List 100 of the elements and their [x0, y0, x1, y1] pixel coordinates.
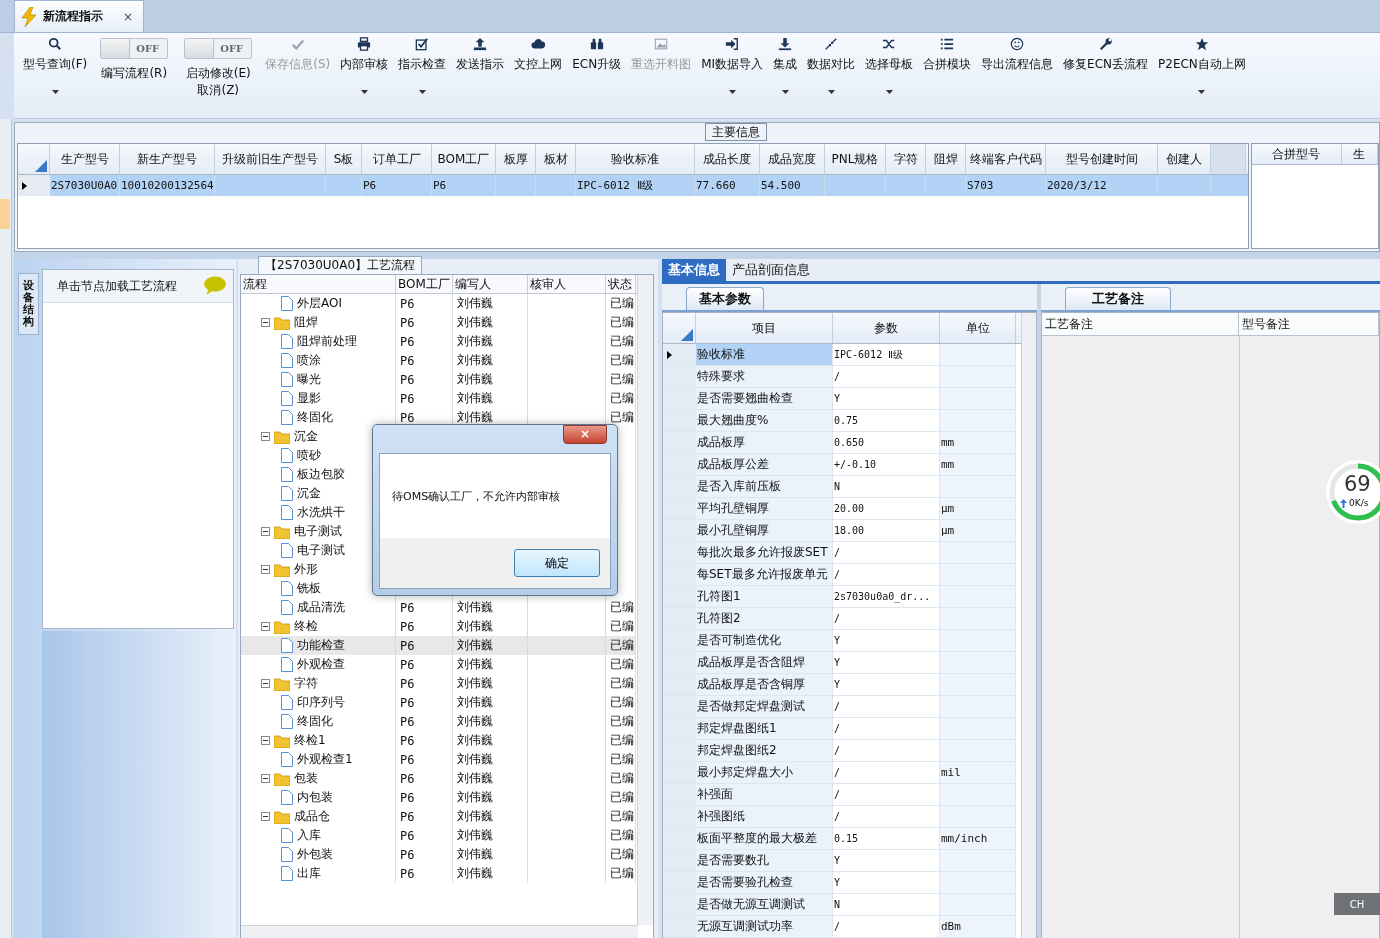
ok-button[interactable]: 确定 [514, 549, 600, 577]
table-row[interactable]: 孔符图1 2s7030u0a0_dr... [663, 586, 1016, 608]
tree-row[interactable]: 包装 P6 刘伟巍 已编 [241, 769, 636, 788]
tree-row[interactable]: 终检1 P6 刘伟巍 已编 [241, 731, 636, 750]
tree-row[interactable]: 外层AOI P6 刘伟巍 已编 [241, 294, 636, 313]
table-row[interactable]: 是否做邦定焊盘测试 / [663, 696, 1016, 718]
table-row[interactable]: 成品板厚公差 +/-0.10 mm [663, 454, 1016, 476]
tree-row[interactable]: 阻焊前处理 P6 刘伟巍 已编 [241, 332, 636, 351]
table-row[interactable]: 补强图纸 / [663, 806, 1016, 828]
toolbar-button[interactable]: 集成 [768, 36, 803, 103]
tree-row[interactable]: 成品清洗 P6 刘伟巍 已编 [241, 598, 636, 617]
tree-row[interactable]: 终固化 P6 刘伟巍 已编 [241, 712, 636, 731]
tree-row[interactable]: 功能检查 P6 刘伟巍 已编 [241, 636, 636, 655]
column-header[interactable]: 新生产型号 [120, 144, 215, 174]
toolbar-button[interactable]: 型号查询(F) [18, 36, 93, 103]
toolbar-button[interactable]: P2ECN自动上网 [1153, 36, 1251, 103]
column-header[interactable]: 阻焊 [926, 144, 966, 174]
collapse-icon[interactable] [261, 527, 270, 536]
toolbar-button[interactable]: 文控上网 [509, 36, 568, 103]
collapse-icon[interactable] [261, 736, 270, 745]
table-row[interactable]: 板面平整度的最大极差 0.15 mm/inch [663, 828, 1016, 850]
table-row[interactable]: 孔符图2 / [663, 608, 1016, 630]
tree-row[interactable]: 显影 P6 刘伟巍 已编 [241, 389, 636, 408]
horizontal-scrollbar[interactable] [241, 925, 638, 938]
column-header[interactable]: 型号备注 [1239, 313, 1379, 335]
toolbar-button[interactable]: 选择母板 [860, 36, 919, 103]
toolbar-button[interactable]: 发送指示 [451, 36, 510, 103]
column-header[interactable]: 板厚 [496, 144, 536, 174]
tree-row[interactable]: 外包装 P6 刘伟巍 已编 [241, 845, 636, 864]
table-row[interactable]: 是否需要翘曲检查 Y [663, 388, 1016, 410]
tree-row[interactable]: 成品仓 P6 刘伟巍 已编 [241, 807, 636, 826]
table-row[interactable]: 成品板厚 0.650 mm [663, 432, 1016, 454]
toolbar-button[interactable]: 修复ECN丢流程 [1058, 36, 1154, 103]
column-header[interactable]: 订单工厂 [362, 144, 432, 174]
document-tab[interactable]: 新流程指示 × [14, 0, 144, 32]
tree-row[interactable]: 阻焊 P6 刘伟巍 已编 [241, 313, 636, 332]
collapse-icon[interactable] [261, 774, 270, 783]
tab[interactable]: 产品剖面信息 [726, 259, 816, 281]
column-header[interactable]: 成品宽度 [760, 144, 825, 174]
close-button[interactable]: × [122, 9, 133, 24]
table-row[interactable]: 每SET最多允许报废单元 / [663, 564, 1016, 586]
tree-row[interactable]: 外观检查 P6 刘伟巍 已编 [241, 655, 636, 674]
table-row[interactable]: 是否需要数孔 Y [663, 850, 1016, 872]
table-row[interactable]: 是否做无源互调测试 N [663, 894, 1016, 916]
toolbar-button[interactable]: MI数据导入 [696, 36, 769, 103]
column-header[interactable]: 字符 [886, 144, 926, 174]
toggle-switch[interactable]: OFF [184, 38, 253, 59]
column-header[interactable]: 验收标准 [576, 144, 695, 174]
column-header[interactable]: 项目 [696, 313, 833, 343]
column-header[interactable]: 单位 [940, 313, 1016, 343]
table-row[interactable]: 是否需要验孔检查 Y [663, 872, 1016, 894]
column-header[interactable]: 板材 [536, 144, 576, 174]
column-header[interactable]: BOM工厂 [396, 275, 453, 293]
language-indicator[interactable]: CH [1334, 893, 1380, 915]
table-row[interactable]: 成品板厚是否含铜厚 Y [663, 674, 1016, 696]
column-header[interactable]: S板 [326, 144, 362, 174]
table-row[interactable]: 补强面 / [663, 784, 1016, 806]
table-row[interactable]: 每批次最多允许报废SET / [663, 542, 1016, 564]
table-row[interactable]: 平均孔壁铜厚 20.00 μm [663, 498, 1016, 520]
collapse-icon[interactable] [261, 432, 270, 441]
table-row[interactable]: 成品板厚是否含阻焊 Y [663, 652, 1016, 674]
vertical-scrollbar[interactable] [637, 275, 653, 925]
column-header[interactable]: 合拼型号 [1252, 144, 1342, 164]
collapse-icon[interactable] [261, 812, 270, 821]
table-row[interactable]: 验收标准 IPC-6012 Ⅱ级 [663, 344, 1016, 366]
tree-row[interactable]: 曝光 P6 刘伟巍 已编 [241, 370, 636, 389]
tree-row[interactable]: 入库 P6 刘伟巍 已编 [241, 826, 636, 845]
tree-row[interactable]: 喷涂 P6 刘伟巍 已编 [241, 351, 636, 370]
table-row[interactable]: 邦定焊盘图纸2 / [663, 740, 1016, 762]
column-header[interactable]: PNL规格 [825, 144, 886, 174]
tree-row[interactable]: 印序列号 P6 刘伟巍 已编 [241, 693, 636, 712]
column-header[interactable]: 编写人 [453, 275, 528, 293]
toolbar-button[interactable]: 合拼模块 [918, 36, 977, 103]
column-header[interactable]: 参数 [833, 313, 940, 343]
table-row[interactable]: 邦定焊盘图纸1 / [663, 718, 1016, 740]
column-header[interactable]: 成品长度 [695, 144, 760, 174]
table-row[interactable]: 最大翘曲度% 0.75 [663, 410, 1016, 432]
column-header[interactable]: 工艺备注 [1042, 313, 1239, 335]
table-row[interactable]: 2S7030U0A0 10010200132564 P6 P6 IPC-6012 Ⅱ级 77.660 54.500 S703 2020/3/12 [18, 175, 1248, 196]
table-row[interactable]: 是否可制造优化 Y [663, 630, 1016, 652]
tab[interactable]: 基本参数 [686, 287, 764, 310]
toolbar-button[interactable]: 指示检查 [393, 36, 452, 103]
column-header[interactable]: BOM工厂 [432, 144, 496, 174]
toolbar-button[interactable]: ECN升级 [567, 36, 627, 103]
column-header[interactable]: 型号创建时间 [1046, 144, 1158, 174]
column-header[interactable]: 流程 [241, 275, 396, 293]
tree-row[interactable]: 外观检查1 P6 刘伟巍 已编 [241, 750, 636, 769]
column-header[interactable]: 终端客户代码 [966, 144, 1046, 174]
vertical-scrollbar[interactable] [1021, 313, 1036, 938]
collapse-icon[interactable] [261, 318, 270, 327]
table-row[interactable]: 是否入库前压板 N [663, 476, 1016, 498]
table-row[interactable]: 最小邦定焊盘大小 / mil [663, 762, 1016, 784]
vertical-tab[interactable]: 设备结构 [18, 273, 39, 336]
table-row[interactable]: 无源互调测试功率 / dBm [663, 916, 1016, 938]
column-header[interactable]: 生产型号 [50, 144, 120, 174]
collapse-icon[interactable] [261, 622, 270, 631]
tab[interactable]: 基本信息 [662, 259, 726, 281]
column-header[interactable]: 核审人 [528, 275, 606, 293]
tree-row[interactable]: 出库 P6 刘伟巍 已编 [241, 864, 636, 883]
column-header[interactable]: 生 [1341, 144, 1378, 164]
